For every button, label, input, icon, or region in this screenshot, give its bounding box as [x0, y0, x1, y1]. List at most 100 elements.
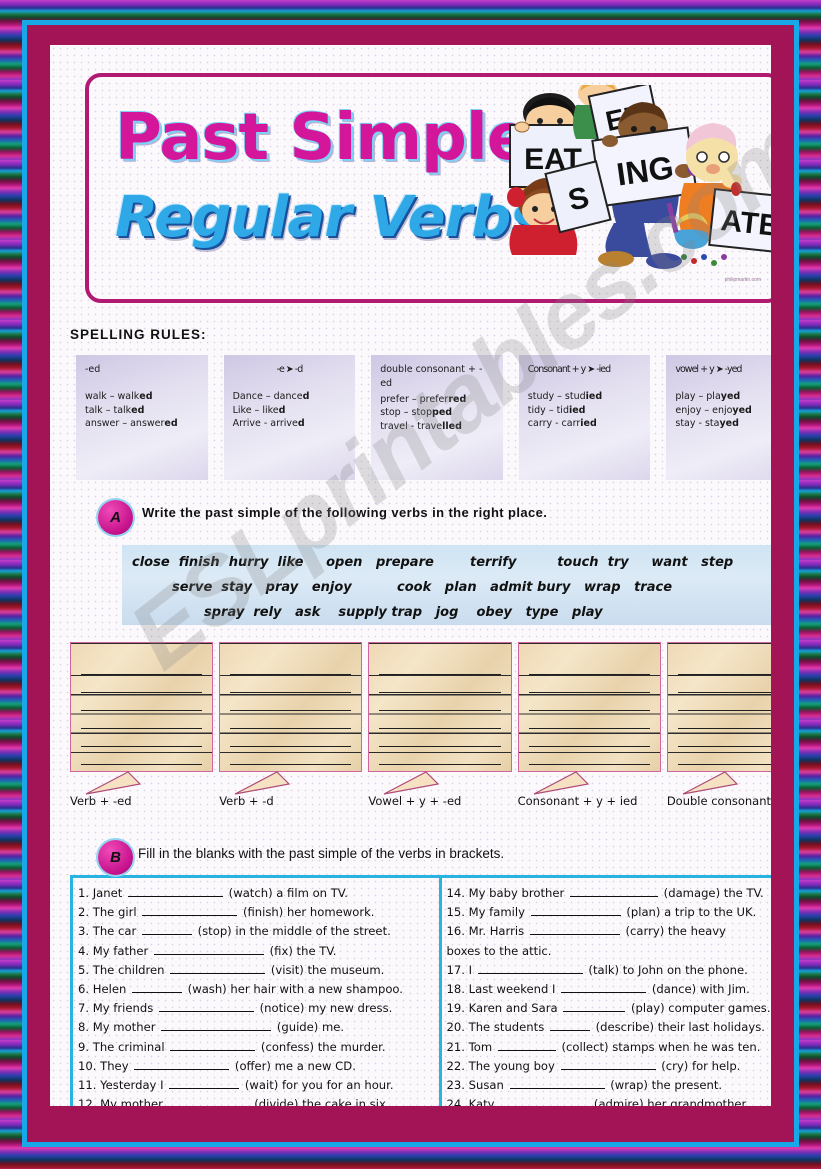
question-item[interactable]: 9. The criminal (confess) the murder. — [78, 1038, 434, 1057]
callout-tail — [380, 770, 460, 796]
rule-box-ed: -ed walk – walked talk – talked answer –… — [76, 355, 208, 480]
question-item[interactable]: 19. Karen and Sara (play) computer games… — [447, 999, 772, 1018]
svg-text:ATE: ATE — [719, 204, 771, 243]
word-bank-line: close finish hurry like open prepare ter… — [132, 555, 734, 570]
rule-example: talk – talked — [85, 404, 145, 416]
question-text-before: The car — [92, 924, 140, 939]
answer-blank[interactable] — [500, 1097, 588, 1106]
question-text-after: (stop) in the middle of the street. — [193, 924, 391, 939]
question-text-before: Katy — [468, 1097, 499, 1106]
answer-blank[interactable] — [509, 1078, 605, 1090]
question-item[interactable]: 6. Helen (wash) her hair with a new sham… — [78, 980, 434, 999]
question-item[interactable]: 24. Katy (admire) her grandmother. — [447, 1095, 772, 1106]
question-number: 21. — [446, 1039, 469, 1054]
worksheet-sheet: ESLprintables.com Past Simple Regular Ve… — [50, 45, 771, 1106]
question-item[interactable]: 5. The children (visit) the museum. — [78, 961, 434, 980]
answer-blank[interactable] — [530, 905, 621, 917]
magenta-border-frame: ESLprintables.com Past Simple Regular Ve… — [27, 25, 794, 1142]
category-box-consonant-y-ied: Consonant + y + ied — [517, 642, 661, 808]
rule-example: travel - travelled — [380, 421, 462, 433]
answer-blank[interactable] — [477, 963, 583, 974]
question-text-before: The criminal — [92, 1039, 169, 1054]
answer-blank[interactable] — [134, 1059, 230, 1070]
page-title-primary: Past Simple — [115, 101, 530, 175]
question-text-after: (play) computer games. — [627, 1001, 771, 1016]
category-label: Double consonant + -ed — [666, 794, 771, 808]
question-text-before: Helen — [92, 982, 130, 997]
answer-note-box[interactable] — [517, 642, 661, 772]
answer-blank[interactable] — [561, 982, 647, 994]
worksheet-page: ESLprintables.com Past Simple Regular Ve… — [0, 0, 821, 1169]
question-item[interactable]: 14. My baby brother (damage) the TV. — [447, 884, 772, 903]
rule-box-e-to-d: -e ➤ -d Dance – danced Like – liked Arri… — [223, 355, 356, 480]
question-item[interactable]: 16. Mr. Harris (carry) the heavy — [447, 922, 772, 941]
question-text-after: (cry) for help. — [657, 1058, 741, 1073]
exercise-a-marker: A — [98, 500, 133, 535]
rule-example: stop – stopped — [380, 407, 453, 419]
question-item[interactable]: 4. My father (fix) the TV. — [78, 942, 434, 961]
question-text-after: (guide) me. — [273, 1020, 345, 1035]
question-text-after: (confess) the murder. — [257, 1039, 386, 1054]
answer-blank[interactable] — [158, 1001, 254, 1013]
question-text-after: (wash) her hair with a new shampoo. — [184, 982, 403, 997]
callout-tail — [231, 770, 311, 796]
answer-blank[interactable] — [153, 944, 264, 955]
answer-blank[interactable] — [497, 1040, 556, 1051]
question-text-before: Tom — [468, 1039, 496, 1054]
question-item[interactable]: 23. Susan (wrap) the present. — [447, 1076, 772, 1095]
question-text-before: My mother — [100, 1097, 167, 1106]
question-item[interactable]: 15. My family (plan) a trip to the UK. — [447, 903, 772, 922]
question-continuation: boxes to the attic. — [446, 943, 552, 958]
rule-example: Arrive - arrived — [232, 418, 305, 430]
question-item[interactable]: 7. My friends (notice) my new dress. — [78, 999, 434, 1018]
answer-blank[interactable] — [142, 905, 238, 917]
question-item[interactable]: 1. Janet (watch) a film on TV. — [78, 884, 434, 903]
question-item[interactable]: 17. I (talk) to John on the phone. — [447, 961, 772, 980]
category-box-vowel-y-ed: Vowel + y + -ed — [368, 642, 512, 808]
answer-blank[interactable] — [570, 886, 658, 897]
question-text-before: Janet — [92, 886, 126, 900]
question-text-before: Karen and Sara — [468, 1001, 562, 1016]
question-number: 9. — [78, 1039, 93, 1054]
answer-blank[interactable] — [170, 963, 266, 974]
answer-note-box[interactable] — [666, 642, 771, 772]
word-bank-line: serve stay pray enjoy cook plan admit bu… — [172, 580, 673, 595]
question-text-after: (finish) her homework. — [239, 905, 375, 920]
question-item[interactable]: 20. The students (describe) their last h… — [447, 1018, 772, 1037]
answer-blank[interactable] — [560, 1059, 656, 1070]
question-text-after: (describe) their last holidays. — [591, 1020, 765, 1035]
question-item[interactable]: 12. My mother (divide) the cake in six. — [78, 1095, 434, 1106]
question-item[interactable]: 22. The young boy (cry) for help. — [447, 1057, 772, 1076]
question-item[interactable]: 21. Tom (collect) stamps when he was ten… — [447, 1038, 772, 1057]
question-number: 16. — [446, 924, 469, 939]
rule-example: study – studied — [527, 390, 603, 402]
question-item[interactable]: 11. Yesterday I (wait) for you for an ho… — [78, 1076, 434, 1095]
rule-example: carry - carried — [527, 418, 597, 430]
question-item[interactable]: 2. The girl (finish) her homework. — [78, 903, 434, 922]
answer-blank[interactable] — [549, 1020, 590, 1032]
category-boxes-row: Verb + -ed Verb + -d Vowel + y + -ed Con… — [70, 642, 771, 808]
answer-blank[interactable] — [128, 886, 223, 897]
answer-blank[interactable] — [132, 982, 182, 994]
answer-blank[interactable] — [169, 1097, 249, 1106]
word-bank: close finish hurry like open prepare ter… — [122, 545, 771, 625]
question-number: 19. — [446, 1001, 469, 1016]
question-item[interactable]: 3. The car (stop) in the middle of the s… — [78, 922, 434, 941]
answer-blank[interactable] — [141, 924, 192, 936]
answer-blank[interactable] — [169, 1078, 240, 1090]
answer-blank[interactable] — [529, 924, 620, 936]
question-item[interactable]: 8. My mother (guide) me. — [78, 1018, 434, 1037]
rule-example: walk – walked — [85, 390, 153, 402]
answer-blank[interactable] — [161, 1020, 272, 1032]
answer-blank[interactable] — [170, 1040, 256, 1051]
answer-blank[interactable] — [563, 1001, 626, 1013]
question-text-before: The young boy — [468, 1058, 559, 1073]
answer-note-box[interactable] — [70, 642, 214, 772]
answer-note-box[interactable] — [219, 642, 363, 772]
question-number: 18. — [446, 982, 469, 997]
exercise-b-instruction: Fill in the blanks with the past simple … — [138, 846, 505, 861]
question-item[interactable]: 10. They (offer) me a new CD. — [78, 1057, 434, 1076]
question-item[interactable]: 18. Last weekend I (dance) with Jim. — [447, 980, 772, 999]
answer-note-box[interactable] — [368, 642, 512, 772]
rule-example: answer – answered — [85, 418, 178, 430]
